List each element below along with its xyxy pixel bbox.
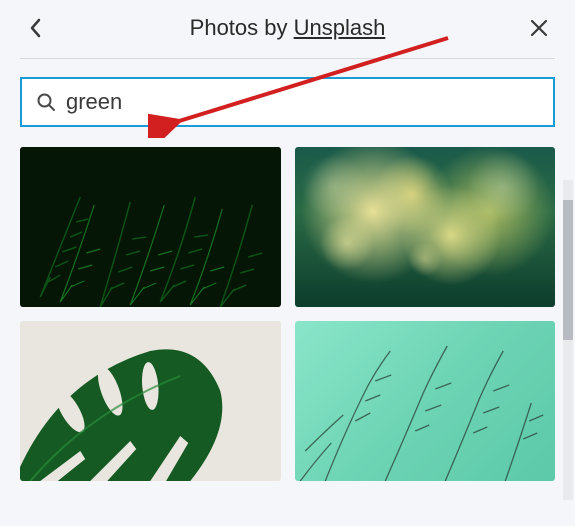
provider-link[interactable]: Unsplash bbox=[294, 15, 386, 40]
result-thumbnail[interactable] bbox=[20, 321, 281, 481]
scrollbar-thumb[interactable] bbox=[563, 200, 573, 340]
result-thumbnail[interactable] bbox=[295, 147, 556, 307]
chevron-left-icon bbox=[29, 18, 43, 38]
image-twigs bbox=[295, 321, 556, 481]
close-button[interactable] bbox=[523, 12, 555, 44]
back-button[interactable] bbox=[20, 12, 52, 44]
panel-header: Photos by Unsplash bbox=[0, 0, 575, 58]
panel-title: Photos by Unsplash bbox=[52, 15, 523, 41]
close-icon bbox=[530, 19, 548, 37]
search-container bbox=[20, 77, 555, 127]
results-scrollbar[interactable] bbox=[563, 180, 573, 500]
result-thumbnail[interactable] bbox=[295, 321, 556, 481]
search-input[interactable] bbox=[66, 89, 539, 115]
header-divider bbox=[20, 58, 555, 59]
result-thumbnail[interactable] bbox=[20, 147, 281, 307]
image-fern bbox=[20, 147, 281, 307]
search-box[interactable] bbox=[20, 77, 555, 127]
results-grid bbox=[0, 147, 575, 481]
search-icon bbox=[36, 92, 56, 112]
image-monstera bbox=[20, 321, 281, 481]
title-prefix: Photos by bbox=[190, 15, 294, 40]
